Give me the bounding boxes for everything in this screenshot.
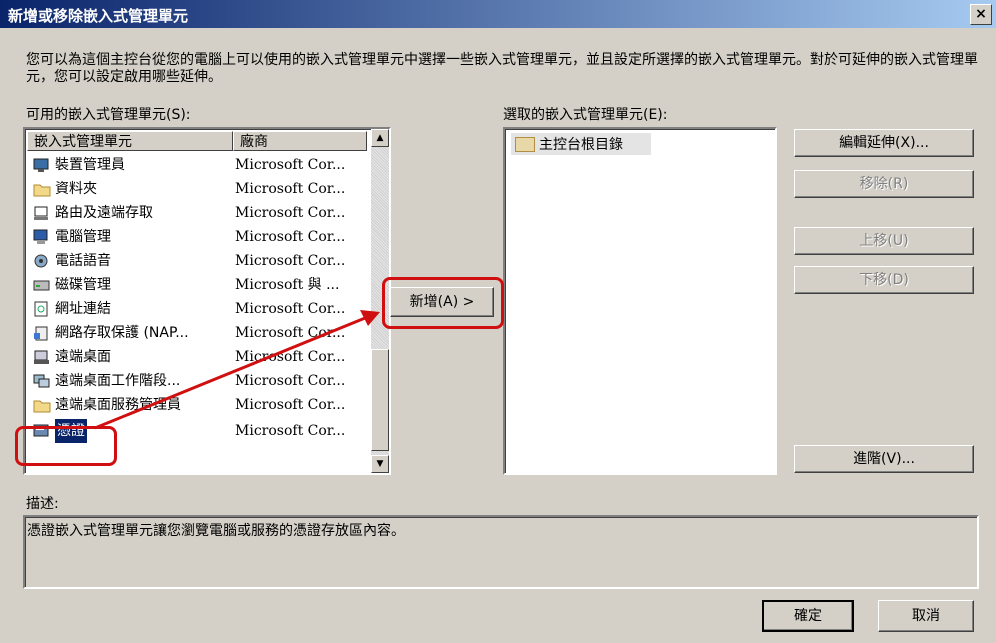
list-item[interactable]: 路由及遠端存取 Microsoft Cor... <box>27 201 367 225</box>
list-header: 嵌入式管理單元 廠商 <box>27 131 367 153</box>
item-vendor: Microsoft Cor... <box>235 397 346 413</box>
item-name: 遠端桌面工作階段... <box>55 373 181 389</box>
list-item[interactable]: 主控台根目錄 <box>511 133 651 155</box>
list-item[interactable]: 網址連結 Microsoft Cor... <box>27 297 367 321</box>
item-name: 遠端桌面服務管理員 <box>55 397 181 413</box>
selected-snapins-label: 選取的嵌入式管理單元(E): <box>503 107 668 123</box>
item-name: 路由及遠端存取 <box>55 205 153 221</box>
item-vendor: Microsoft Cor... <box>235 325 346 341</box>
item-vendor: Microsoft Cor... <box>235 157 346 173</box>
computer-management-icon <box>33 229 51 245</box>
move-down-button[interactable]: 下移(D) <box>794 266 974 294</box>
nap-icon <box>33 325 51 341</box>
remove-button[interactable]: 移除(R) <box>794 170 974 198</box>
item-vendor: Microsoft 與 ... <box>235 277 340 293</box>
window-title: 新增或移除嵌入式管理單元 <box>8 7 189 25</box>
scroll-down-button[interactable]: ▼ <box>371 455 389 473</box>
disk-management-icon <box>33 277 51 293</box>
move-up-button[interactable]: 上移(U) <box>794 227 974 255</box>
item-vendor: Microsoft Cor... <box>235 373 346 389</box>
edit-extensions-button[interactable]: 編輯延伸(X)... <box>794 129 974 157</box>
item-vendor: Microsoft Cor... <box>235 253 346 269</box>
list-item[interactable]: 電腦管理 Microsoft Cor... <box>27 225 367 249</box>
annotation-circle-add <box>382 277 504 329</box>
item-vendor: Microsoft Cor... <box>235 229 346 245</box>
advanced-button[interactable]: 進階(V)... <box>794 445 974 473</box>
list-item[interactable]: 電話語音 Microsoft Cor... <box>27 249 367 273</box>
instructions-text: 您可以為這個主控台從您的電腦上可以使用的嵌入式管理單元中選擇一些嵌入式管理單元，… <box>26 52 978 85</box>
item-name: 主控台根目錄 <box>539 137 623 153</box>
rd-session-icon <box>33 373 51 389</box>
item-name: 遠端桌面 <box>55 349 111 365</box>
list-item[interactable]: 遠端桌面工作階段... Microsoft Cor... <box>27 369 367 393</box>
description-box: 憑證嵌入式管理單元讓您瀏覽電腦或服務的憑證存放區內容。 <box>23 515 979 589</box>
description-text: 憑證嵌入式管理單元讓您瀏覽電腦或服務的憑證存放區內容。 <box>27 523 405 539</box>
item-name: 電話語音 <box>55 253 111 269</box>
list-item[interactable]: 網路存取保護 (NAP... Microsoft Cor... <box>27 321 367 345</box>
routing-icon <box>33 205 51 221</box>
list-item[interactable]: 資料夾 Microsoft Cor... <box>27 177 367 201</box>
list-item[interactable]: 遠端桌面服務管理員 Microsoft Cor... <box>27 393 367 417</box>
item-name: 資料夾 <box>55 181 97 197</box>
folder-icon <box>33 181 51 197</box>
item-name: 磁碟管理 <box>55 277 111 293</box>
column-header-vendor[interactable]: 廠商 <box>233 131 367 151</box>
scroll-thumb[interactable] <box>371 349 389 451</box>
selected-snapins-list[interactable]: 主控台根目錄 <box>503 127 777 475</box>
item-vendor: Microsoft Cor... <box>235 181 346 197</box>
item-name: 網路存取保護 (NAP... <box>55 325 189 341</box>
folder-icon <box>33 397 51 413</box>
ok-button[interactable]: 確定 <box>762 600 854 632</box>
item-name: 電腦管理 <box>55 229 111 245</box>
available-snapins-label: 可用的嵌入式管理單元(S): <box>26 107 191 123</box>
title-bar: 新增或移除嵌入式管理單元 × <box>0 0 996 28</box>
column-header-snapin[interactable]: 嵌入式管理單元 <box>27 131 233 151</box>
item-name: 網址連結 <box>55 301 111 317</box>
annotation-circle-snapin <box>15 426 117 466</box>
folder-icon <box>515 137 535 152</box>
item-vendor: Microsoft Cor... <box>235 205 346 221</box>
item-name: 裝置管理員 <box>55 157 125 173</box>
telephony-icon <box>33 253 51 269</box>
remote-desktop-icon <box>33 349 51 365</box>
item-vendor: Microsoft Cor... <box>235 423 346 439</box>
list-item[interactable]: 遠端桌面 Microsoft Cor... <box>27 345 367 369</box>
list-item[interactable]: 磁碟管理 Microsoft 與 ... <box>27 273 367 297</box>
close-button[interactable]: × <box>970 4 992 25</box>
link-icon <box>33 301 51 317</box>
available-snapins-list[interactable]: 嵌入式管理單元 廠商 裝置管理員 Microsoft Cor... 資料夾 Mi… <box>23 127 391 475</box>
item-vendor: Microsoft Cor... <box>235 301 346 317</box>
cancel-button[interactable]: 取消 <box>878 600 974 632</box>
list-item[interactable]: 裝置管理員 Microsoft Cor... <box>27 153 367 177</box>
device-manager-icon <box>33 157 51 173</box>
item-vendor: Microsoft Cor... <box>235 349 346 365</box>
scroll-up-button[interactable]: ▲ <box>371 129 389 147</box>
description-label: 描述: <box>26 496 59 512</box>
